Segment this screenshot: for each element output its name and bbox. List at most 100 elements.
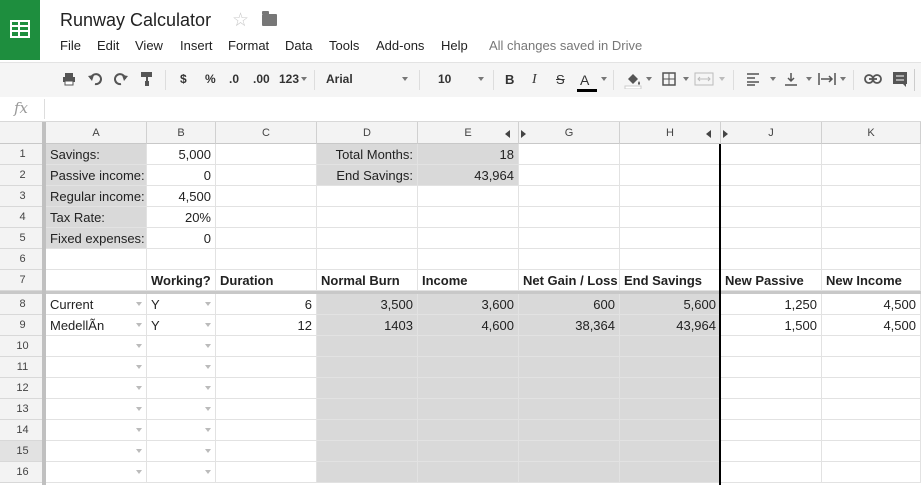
- cell-b6[interactable]: [147, 249, 216, 270]
- cell-b10[interactable]: [147, 336, 216, 357]
- cell-e7[interactable]: Income: [418, 270, 519, 291]
- menu-addons[interactable]: Add-ons: [376, 38, 424, 53]
- dropdown-arrow-icon[interactable]: [205, 428, 211, 432]
- menu-data[interactable]: Data: [285, 38, 312, 53]
- cell-j14[interactable]: [721, 420, 822, 441]
- cell-d16[interactable]: [317, 462, 418, 483]
- cell-k16[interactable]: [822, 462, 921, 483]
- folder-icon[interactable]: [262, 11, 277, 26]
- row-header-16[interactable]: 16: [0, 462, 46, 483]
- increase-decimal-button[interactable]: .00: [253, 72, 270, 86]
- cell-d6[interactable]: [317, 249, 418, 270]
- cell-h7[interactable]: End Savings: [620, 270, 721, 291]
- star-icon[interactable]: ☆: [232, 9, 249, 32]
- cell-g9[interactable]: 38,364: [519, 315, 620, 336]
- cell-c6[interactable]: [216, 249, 317, 270]
- cell-j9[interactable]: 1,500: [721, 315, 822, 336]
- cell-g5[interactable]: [519, 228, 620, 249]
- cell-k4[interactable]: [822, 207, 921, 228]
- cell-g15[interactable]: [519, 441, 620, 462]
- dropdown-arrow-icon[interactable]: [205, 302, 211, 306]
- column-header-a[interactable]: A: [46, 122, 147, 144]
- cell-j16[interactable]: [721, 462, 822, 483]
- dropdown-arrow-icon[interactable]: [136, 344, 142, 348]
- cell-j2[interactable]: [721, 165, 822, 186]
- cell-k8[interactable]: 4,500: [822, 294, 921, 315]
- cell-c8[interactable]: 6: [216, 294, 317, 315]
- row-header-7[interactable]: 7: [0, 270, 46, 291]
- cell-b9[interactable]: Y: [147, 315, 216, 336]
- cell-e9[interactable]: 4,600: [418, 315, 519, 336]
- column-header-k[interactable]: K: [822, 122, 921, 144]
- cell-d1[interactable]: Total Months:: [317, 144, 418, 165]
- cell-k6[interactable]: [822, 249, 921, 270]
- row-header-1[interactable]: 1: [0, 144, 46, 165]
- cell-g14[interactable]: [519, 420, 620, 441]
- cell-b15[interactable]: [147, 441, 216, 462]
- cell-a9[interactable]: MedellÃn: [46, 315, 147, 336]
- cell-a1[interactable]: Savings:: [46, 144, 147, 165]
- cell-h3[interactable]: [620, 186, 721, 207]
- column-header-e[interactable]: E: [418, 122, 519, 144]
- cell-k1[interactable]: [822, 144, 921, 165]
- percent-button[interactable]: %: [205, 72, 216, 86]
- cell-d9[interactable]: 1403: [317, 315, 418, 336]
- text-wrap-icon[interactable]: [818, 72, 836, 86]
- cell-c4[interactable]: [216, 207, 317, 228]
- cell-j3[interactable]: [721, 186, 822, 207]
- cell-h14[interactable]: [620, 420, 721, 441]
- cell-e13[interactable]: [418, 399, 519, 420]
- cell-d13[interactable]: [317, 399, 418, 420]
- cell-k7[interactable]: New Income: [822, 270, 921, 291]
- dropdown-arrow-icon[interactable]: [205, 344, 211, 348]
- cell-g1[interactable]: [519, 144, 620, 165]
- cell-c5[interactable]: [216, 228, 317, 249]
- cell-g10[interactable]: [519, 336, 620, 357]
- row-header-8[interactable]: 8: [0, 294, 46, 315]
- cell-e15[interactable]: [418, 441, 519, 462]
- cell-a3[interactable]: Regular income:: [46, 186, 147, 207]
- cell-g3[interactable]: [519, 186, 620, 207]
- frozen-row-divider[interactable]: [0, 291, 921, 294]
- cell-h15[interactable]: [620, 441, 721, 462]
- print-icon[interactable]: [62, 72, 76, 86]
- cell-a5[interactable]: Fixed expenses:: [46, 228, 147, 249]
- row-header-14[interactable]: 14: [0, 420, 46, 441]
- cell-e4[interactable]: [418, 207, 519, 228]
- cell-c7[interactable]: Duration: [216, 270, 317, 291]
- document-title[interactable]: Runway Calculator: [60, 10, 211, 31]
- cell-k11[interactable]: [822, 357, 921, 378]
- cell-a15[interactable]: [46, 441, 147, 462]
- row-header-15[interactable]: 15: [0, 441, 46, 462]
- cell-c12[interactable]: [216, 378, 317, 399]
- cell-k13[interactable]: [822, 399, 921, 420]
- column-header-g[interactable]: G: [519, 122, 620, 144]
- select-all-corner[interactable]: [0, 122, 46, 144]
- hidden-column-arrow-icon[interactable]: [505, 130, 510, 138]
- cell-b5[interactable]: 0: [147, 228, 216, 249]
- cell-d14[interactable]: [317, 420, 418, 441]
- vertical-align-icon[interactable]: [784, 72, 798, 86]
- cell-b13[interactable]: [147, 399, 216, 420]
- menu-insert[interactable]: Insert: [180, 38, 213, 53]
- cell-e11[interactable]: [418, 357, 519, 378]
- cell-j6[interactable]: [721, 249, 822, 270]
- cell-c2[interactable]: [216, 165, 317, 186]
- cell-c11[interactable]: [216, 357, 317, 378]
- row-header-10[interactable]: 10: [0, 336, 46, 357]
- cell-d8[interactable]: 3,500: [317, 294, 418, 315]
- menu-help[interactable]: Help: [441, 38, 468, 53]
- cell-c16[interactable]: [216, 462, 317, 483]
- hidden-column-arrow-icon[interactable]: [723, 130, 728, 138]
- sheets-logo[interactable]: [0, 0, 40, 60]
- cell-e1[interactable]: 18: [418, 144, 519, 165]
- cell-a8[interactable]: Current: [46, 294, 147, 315]
- cell-h10[interactable]: [620, 336, 721, 357]
- font-select[interactable]: Arial: [326, 72, 353, 86]
- decrease-decimal-button[interactable]: .0: [229, 72, 239, 86]
- cell-c3[interactable]: [216, 186, 317, 207]
- cell-e12[interactable]: [418, 378, 519, 399]
- cell-a2[interactable]: Passive income:: [46, 165, 147, 186]
- undo-icon[interactable]: [88, 72, 102, 86]
- cell-j1[interactable]: [721, 144, 822, 165]
